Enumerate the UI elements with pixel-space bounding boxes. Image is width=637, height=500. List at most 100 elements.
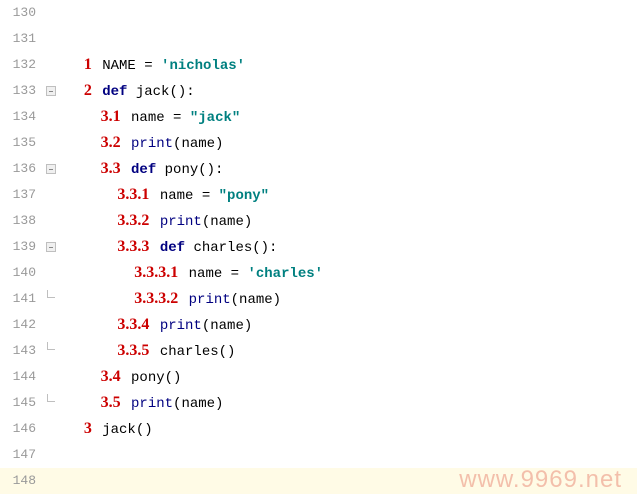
token-plain: () (219, 344, 236, 360)
code-line[interactable]: 145 3.5 print(name) (0, 390, 637, 416)
line-number: 131 (0, 26, 42, 52)
step-annotation: 3.3.2 (115, 212, 151, 229)
code-content[interactable]: 3.3.4 print(name) (61, 312, 637, 339)
line-number: 147 (0, 442, 42, 468)
code-line[interactable]: 132 1 NAME = 'nicholas' (0, 52, 637, 78)
token-plain: (name) (173, 396, 223, 412)
step-annotation: 2 (82, 82, 94, 99)
code-content[interactable] (61, 442, 637, 468)
code-content[interactable]: 3.1 name = "jack" (61, 104, 637, 131)
line-number: 144 (0, 364, 42, 390)
code-line[interactable]: 131 (0, 26, 637, 52)
code-line[interactable]: 146 3 jack() (0, 416, 637, 442)
fold-toggle-icon[interactable] (46, 86, 56, 96)
step-annotation: 3.3.1 (115, 186, 151, 203)
token-builtin: print (189, 292, 231, 308)
line-number: 136 (0, 156, 42, 182)
token-str: 'charles' (247, 266, 323, 282)
token-id: name (189, 266, 231, 282)
fold-gutter (42, 342, 60, 360)
token-plain: (name) (202, 318, 252, 334)
token-kw: def (131, 162, 165, 178)
token-fn: charles (193, 240, 252, 256)
token-plain: () (165, 370, 182, 386)
step-annotation: 3.1 (99, 108, 123, 125)
fold-toggle-icon[interactable] (46, 242, 56, 252)
code-content[interactable] (61, 468, 637, 494)
line-number: 130 (0, 0, 42, 26)
fold-gutter (42, 164, 60, 174)
step-annotation: 3.3.4 (115, 316, 151, 333)
code-line[interactable]: 138 3.3.2 print(name) (0, 208, 637, 234)
code-line[interactable]: 133 2 def jack(): (0, 78, 637, 104)
step-annotation: 3.2 (99, 134, 123, 151)
code-line[interactable]: 136 3.3 def pony(): (0, 156, 637, 182)
token-plain: = (173, 110, 190, 126)
step-annotation: 3.3.3.2 (132, 290, 180, 307)
code-content[interactable]: 3.3.1 name = "pony" (61, 182, 637, 209)
code-content[interactable]: 3.3.3.2 print(name) (61, 286, 637, 313)
code-content[interactable]: 3.2 print(name) (61, 130, 637, 157)
token-kw: def (160, 240, 194, 256)
token-id: name (131, 110, 173, 126)
code-content[interactable]: 3.4 pony() (61, 364, 637, 391)
token-plain: (): (169, 84, 194, 100)
code-line[interactable]: 147 (0, 442, 637, 468)
code-content[interactable] (61, 0, 637, 26)
code-line[interactable]: 144 3.4 pony() (0, 364, 637, 390)
step-annotation: 3.5 (99, 394, 123, 411)
code-line[interactable]: 140 3.3.3.1 name = 'charles' (0, 260, 637, 286)
token-plain: (name) (231, 292, 281, 308)
code-line[interactable]: 134 3.1 name = "jack" (0, 104, 637, 130)
token-plain: = (231, 266, 248, 282)
line-number: 135 (0, 130, 42, 156)
line-number: 134 (0, 104, 42, 130)
token-str: "pony" (219, 188, 269, 204)
fold-toggle-icon[interactable] (46, 164, 56, 174)
line-number: 139 (0, 234, 42, 260)
code-line[interactable]: 142 3.3.4 print(name) (0, 312, 637, 338)
code-line[interactable]: 137 3.3.1 name = "pony" (0, 182, 637, 208)
line-number: 146 (0, 416, 42, 442)
token-plain: (name) (173, 136, 223, 152)
code-content[interactable]: 3.5 print(name) (61, 390, 637, 417)
step-annotation: 3 (82, 420, 94, 437)
code-line[interactable]: 139 3.3.3 def charles(): (0, 234, 637, 260)
line-number: 141 (0, 286, 42, 312)
token-plain: (name) (202, 214, 252, 230)
code-content[interactable]: 3.3 def pony(): (61, 156, 637, 183)
code-content[interactable]: 1 NAME = 'nicholas' (61, 52, 637, 79)
line-number: 138 (0, 208, 42, 234)
code-content[interactable]: 3 jack() (61, 416, 637, 443)
code-content[interactable]: 3.3.3 def charles(): (61, 234, 637, 261)
code-line[interactable]: 130 (0, 0, 637, 26)
code-content[interactable]: 3.3.5 charles() (61, 338, 637, 365)
fold-gutter (42, 242, 60, 252)
line-number: 142 (0, 312, 42, 338)
code-line[interactable]: 143 3.3.5 charles() (0, 338, 637, 364)
token-builtin: print (160, 214, 202, 230)
line-number: 145 (0, 390, 42, 416)
code-content[interactable] (61, 26, 637, 52)
token-plain: = (144, 58, 161, 74)
token-id: name (160, 188, 202, 204)
code-content[interactable]: 3.3.2 print(name) (61, 208, 637, 235)
code-editor[interactable]: 130 131 132 1 NAME = 'nicholas'133 2 def… (0, 0, 637, 500)
code-line[interactable]: 135 3.2 print(name) (0, 130, 637, 156)
fold-gutter (42, 86, 60, 96)
code-line[interactable]: 148 (0, 468, 637, 494)
step-annotation: 3.3.5 (115, 342, 151, 359)
fold-end-icon (47, 290, 55, 298)
code-content[interactable]: 2 def jack(): (61, 78, 637, 105)
token-plain: = (202, 188, 219, 204)
token-builtin: print (131, 136, 173, 152)
code-line[interactable]: 141 3.3.3.2 print(name) (0, 286, 637, 312)
token-builtin: print (131, 396, 173, 412)
step-annotation: 3.4 (99, 368, 123, 385)
fold-gutter (42, 290, 60, 308)
step-annotation: 3.3.3 (115, 238, 151, 255)
line-number: 133 (0, 78, 42, 104)
fold-gutter (42, 394, 60, 412)
code-content[interactable]: 3.3.3.1 name = 'charles' (61, 260, 637, 287)
token-str: "jack" (190, 110, 240, 126)
